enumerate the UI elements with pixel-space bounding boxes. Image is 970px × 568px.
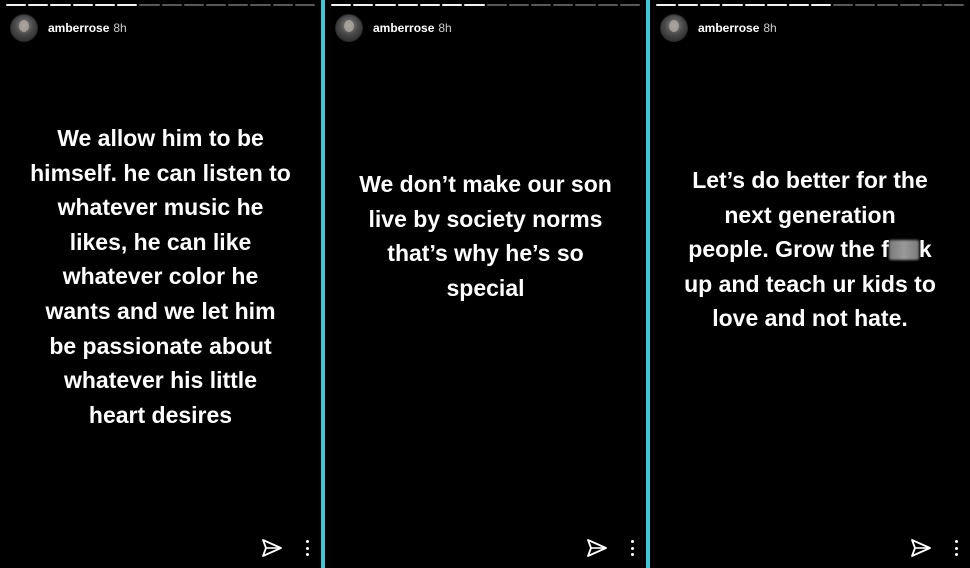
story-progress-bar bbox=[6, 4, 316, 6]
progress-segment bbox=[855, 4, 876, 6]
caption-line: whatever music he bbox=[57, 194, 264, 221]
progress-segment bbox=[397, 4, 418, 6]
story-header: amberrose 8h bbox=[335, 14, 452, 42]
story-actions bbox=[261, 538, 309, 558]
avatar[interactable] bbox=[10, 14, 38, 42]
caption-line: be passionate about bbox=[49, 332, 272, 359]
progress-segment bbox=[833, 4, 854, 6]
vertical-ellipsis-icon[interactable] bbox=[954, 540, 958, 556]
story-caption: We allow him to be himself. he can liste… bbox=[0, 121, 321, 432]
progress-segment bbox=[700, 4, 721, 6]
progress-segment bbox=[508, 4, 529, 6]
progress-segment bbox=[744, 4, 765, 6]
progress-segment bbox=[272, 4, 293, 6]
story-panels: amberrose 8h We allow him to be himself.… bbox=[0, 0, 970, 568]
progress-segment bbox=[28, 4, 49, 6]
progress-segment bbox=[161, 4, 182, 6]
progress-segment bbox=[943, 4, 964, 6]
caption-line: wants and we let him bbox=[45, 297, 276, 324]
progress-segment bbox=[486, 4, 507, 6]
caption-line: likes, he can like bbox=[69, 228, 252, 255]
vertical-ellipsis-icon[interactable] bbox=[305, 540, 309, 556]
progress-segment bbox=[205, 4, 227, 6]
caption-line: We allow him to be bbox=[57, 125, 264, 151]
progress-segment bbox=[50, 4, 71, 6]
progress-segment bbox=[530, 4, 552, 6]
progress-segment bbox=[597, 4, 618, 6]
story-caption: Let’s do better for the next generation … bbox=[650, 163, 970, 336]
caption-fragment: k bbox=[918, 236, 932, 263]
progress-segment bbox=[294, 4, 316, 6]
caption-line: love and not hate. bbox=[712, 305, 908, 332]
vertical-ellipsis-icon[interactable] bbox=[630, 540, 634, 556]
progress-segment bbox=[722, 4, 743, 6]
caption-line: people. Grow the f k bbox=[650, 232, 970, 267]
progress-segment bbox=[117, 4, 138, 6]
progress-segment bbox=[331, 4, 352, 6]
caption-line: We don’t make our son bbox=[359, 171, 612, 197]
progress-segment bbox=[442, 4, 463, 6]
caption-line: live by society norms bbox=[368, 205, 603, 232]
story-progress-bar bbox=[331, 4, 641, 6]
caption-line: heart desires bbox=[88, 401, 233, 428]
username[interactable]: amberrose bbox=[698, 21, 759, 35]
progress-segment bbox=[464, 4, 485, 6]
caption-line: special bbox=[446, 274, 525, 301]
avatar[interactable] bbox=[335, 14, 363, 42]
username[interactable]: amberrose bbox=[373, 21, 434, 35]
progress-segment bbox=[575, 4, 596, 6]
progress-segment bbox=[899, 4, 920, 6]
post-time: 8h bbox=[113, 21, 127, 35]
progress-segment bbox=[766, 4, 787, 6]
progress-segment bbox=[228, 4, 249, 6]
progress-segment bbox=[810, 4, 832, 6]
progress-segment bbox=[353, 4, 374, 6]
caption-line: Let’s do better for the bbox=[692, 167, 928, 193]
progress-segment bbox=[678, 4, 699, 6]
story-panel-3[interactable]: amberrose 8h Let’s do better for the nex… bbox=[650, 0, 970, 568]
username[interactable]: amberrose bbox=[48, 21, 109, 35]
story-panel-2[interactable]: amberrose 8h We don’t make our son live … bbox=[325, 0, 646, 568]
caption-line: that’s why he’s so bbox=[387, 240, 584, 267]
progress-segment bbox=[419, 4, 441, 6]
caption-line: up and teach ur kids to bbox=[684, 270, 936, 297]
story-panel-1[interactable]: amberrose 8h We allow him to be himself.… bbox=[0, 0, 321, 568]
progress-segment bbox=[94, 4, 116, 6]
caption-line: whatever his little bbox=[63, 367, 257, 394]
caption-line: himself. he can listen to bbox=[30, 159, 291, 186]
censor-blur bbox=[888, 240, 919, 261]
progress-segment bbox=[183, 4, 204, 6]
avatar[interactable] bbox=[660, 14, 688, 42]
progress-segment bbox=[6, 4, 27, 6]
progress-segment bbox=[788, 4, 809, 6]
progress-segment bbox=[877, 4, 898, 6]
caption-line: whatever color he bbox=[62, 263, 259, 290]
progress-segment bbox=[619, 4, 641, 6]
story-header: amberrose 8h bbox=[660, 14, 777, 42]
progress-segment bbox=[921, 4, 942, 6]
progress-segment bbox=[375, 4, 396, 6]
progress-segment bbox=[656, 4, 677, 6]
paper-plane-icon[interactable] bbox=[910, 538, 932, 558]
caption-fragment: people. Grow the f bbox=[688, 236, 889, 263]
paper-plane-icon[interactable] bbox=[261, 538, 283, 558]
story-header: amberrose 8h bbox=[10, 14, 127, 42]
progress-segment bbox=[72, 4, 93, 6]
caption-line: next generation bbox=[724, 201, 896, 228]
progress-segment bbox=[139, 4, 160, 6]
progress-segment bbox=[250, 4, 271, 6]
progress-segment bbox=[553, 4, 574, 6]
story-actions bbox=[586, 538, 634, 558]
story-caption: We don’t make our son live by society no… bbox=[325, 167, 646, 305]
post-time: 8h bbox=[438, 21, 452, 35]
story-progress-bar bbox=[656, 4, 964, 6]
paper-plane-icon[interactable] bbox=[586, 538, 608, 558]
post-time: 8h bbox=[763, 21, 777, 35]
story-actions bbox=[910, 538, 958, 558]
